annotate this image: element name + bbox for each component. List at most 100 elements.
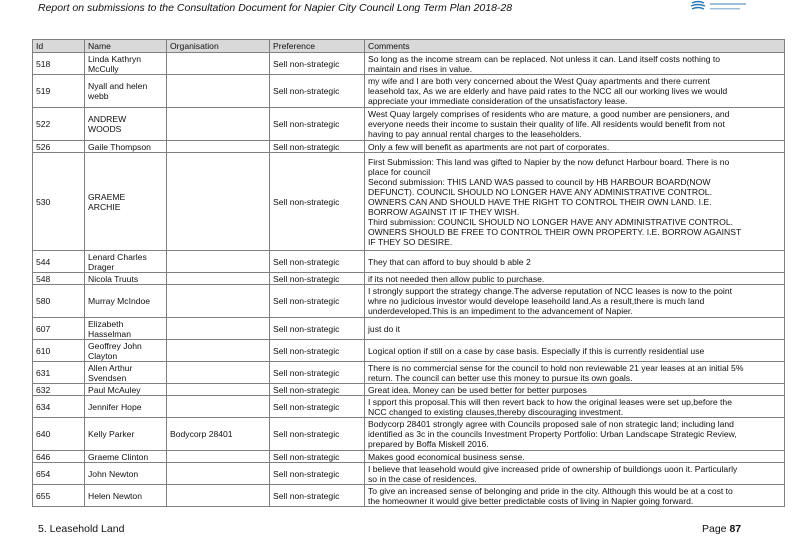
table-row: 544 Lenard Charles Drager Sell non-strateg… [32, 250, 785, 273]
report-title: Report on submissions to the Consultatio… [38, 2, 513, 14]
table-row: 518 Linda Kathryn McCully Sell non-strateg… [32, 52, 785, 75]
cell-name: Helen Newton [84, 484, 167, 507]
col-header-organisation: Organisation [166, 39, 270, 53]
cell-organisation [166, 383, 270, 396]
cell-preference: Sell non-strategic [269, 52, 365, 75]
table-row: 522 ANDREW WOODS Sell non-strategic West Qu… [32, 107, 785, 141]
cell-organisation [166, 462, 270, 485]
cell-comments: I strongly support the strategy change.T… [364, 284, 785, 318]
cell-id: 519 [32, 74, 85, 108]
cell-name: Linda Kathryn McCully [84, 52, 167, 75]
cell-name: Murray McIndoe [84, 284, 167, 318]
cell-name: Nyall and helen webb [84, 74, 167, 108]
cell-name: Kelly Parker [84, 417, 167, 451]
cell-comments: if its not needed then allow public to p… [364, 272, 785, 285]
cell-organisation [166, 272, 270, 285]
cell-organisation [166, 395, 270, 418]
cell-id: 634 [32, 395, 85, 418]
cell-id: 522 [32, 107, 85, 141]
section-label: 5. Leasehold Land [38, 523, 125, 535]
cell-organisation [166, 317, 270, 340]
table-row: 519 Nyall and helen webb Sell non-strategi… [32, 74, 785, 108]
cell-comments: Bodycorp 28401 strongly agree with Counc… [364, 417, 785, 451]
cell-preference: Sell non-strategic [269, 317, 365, 340]
cell-preference: Sell non-strategic [269, 361, 365, 384]
table-row: 548 Nicola Truuts Sell non-strategic if its… [32, 272, 785, 285]
col-header-name: Name [84, 39, 167, 53]
cell-preference: Sell non-strategic [269, 250, 365, 273]
table-row: 607 Elizabeth Hasselman Sell non-strategic… [32, 317, 785, 340]
cell-name: John Newton [84, 462, 167, 485]
table-row: 631 Allen Arthur Svendsen Sell non-strateg… [32, 361, 785, 384]
cell-name: Allen Arthur Svendsen [84, 361, 167, 384]
cell-id: 548 [32, 272, 85, 285]
cell-name: Elizabeth Hasselman [84, 317, 167, 340]
cell-name: Geoffrey John Clayton [84, 339, 167, 362]
cell-comments: my wife and I are both very concerned ab… [364, 74, 785, 108]
cell-preference: Sell non-strategic [269, 74, 365, 108]
cell-preference: Sell non-strategic [269, 284, 365, 318]
cell-id: 544 [32, 250, 85, 273]
table-row: 580 Murray McIndoe Sell non-strategic I str… [32, 284, 785, 318]
cell-comments: There is no commercial sense for the cou… [364, 361, 785, 384]
cell-name: Graeme Clinton [84, 450, 167, 463]
cell-id: 654 [32, 462, 85, 485]
cell-comments: Only a few will benefit as apartments ar… [364, 140, 785, 153]
cell-preference: Sell non-strategic [269, 462, 365, 485]
table-row: 640 Kelly Parker Bodycorp 28401 Sell non-st… [32, 417, 785, 451]
table-row: 632 Paul McAuley Sell non-strategic Great i… [32, 383, 785, 396]
cell-organisation [166, 52, 270, 75]
cell-id: 632 [32, 383, 85, 396]
cell-preference: Sell non-strategic [269, 395, 365, 418]
cell-id: 607 [32, 317, 85, 340]
cell-comments: West Quay largely comprises of residents… [364, 107, 785, 141]
col-header-preference: Preference [269, 39, 365, 53]
cell-preference: Sell non-strategic [269, 107, 365, 141]
cell-organisation [166, 152, 270, 251]
page-number: Page 87 [702, 523, 741, 535]
cell-comments: So long as the income stream can be repl… [364, 52, 785, 75]
cell-name: GRAEME ARCHIE [84, 152, 167, 251]
cell-organisation: Bodycorp 28401 [166, 417, 270, 451]
cell-comments: I spport this proposal.This will then re… [364, 395, 785, 418]
table-row: 530 GRAEME ARCHIE Sell non-strategic First … [32, 152, 785, 251]
cell-comments: To give an increased sense of belonging … [364, 484, 785, 507]
cell-organisation [166, 284, 270, 318]
cell-organisation [166, 140, 270, 153]
cell-comments: Great idea. Money can be used better for… [364, 383, 785, 396]
cell-name: ANDREW WOODS [84, 107, 167, 141]
cell-preference: Sell non-strategic [269, 450, 365, 463]
cell-organisation [166, 250, 270, 273]
page-number-value: 87 [729, 523, 742, 535]
cell-id: 530 [32, 152, 85, 251]
table-row: 655 Helen Newton Sell non-strategic To give… [32, 484, 785, 507]
table-row: 526 Gaile Thompson Sell non-strategic Only … [32, 140, 785, 153]
cell-id: 518 [32, 52, 85, 75]
col-header-comments: Comments [364, 39, 785, 53]
cell-id: 610 [32, 339, 85, 362]
table-row: 610 Geoffrey John Clayton Sell non-strateg… [32, 339, 785, 362]
cell-name: Paul McAuley [84, 383, 167, 396]
cell-preference: Sell non-strategic [269, 140, 365, 153]
table-row: 654 John Newton Sell non-strategic I believ… [32, 462, 785, 485]
cell-id: 526 [32, 140, 85, 153]
cell-comments: just do it [364, 317, 785, 340]
cell-id: 640 [32, 417, 85, 451]
cell-name: Lenard Charles Drager [84, 250, 167, 273]
council-logo [690, 0, 750, 14]
cell-organisation [166, 450, 270, 463]
cell-id: 646 [32, 450, 85, 463]
cell-name: Gaile Thompson [84, 140, 167, 153]
cell-preference: Sell non-strategic [269, 339, 365, 362]
cell-name: Nicola Truuts [84, 272, 167, 285]
cell-organisation [166, 74, 270, 108]
cell-comments: First Submission: This land was gifted t… [364, 152, 785, 251]
cell-organisation [166, 361, 270, 384]
cell-preference: Sell non-strategic [269, 417, 365, 451]
cell-preference: Sell non-strategic [269, 152, 365, 251]
council-logo-icon [690, 0, 746, 10]
cell-name: Jennifer Hope [84, 395, 167, 418]
cell-organisation [166, 484, 270, 507]
table-header-row: Id Name Organisation Preference Comments [32, 39, 785, 53]
page-label: Page [702, 523, 727, 535]
